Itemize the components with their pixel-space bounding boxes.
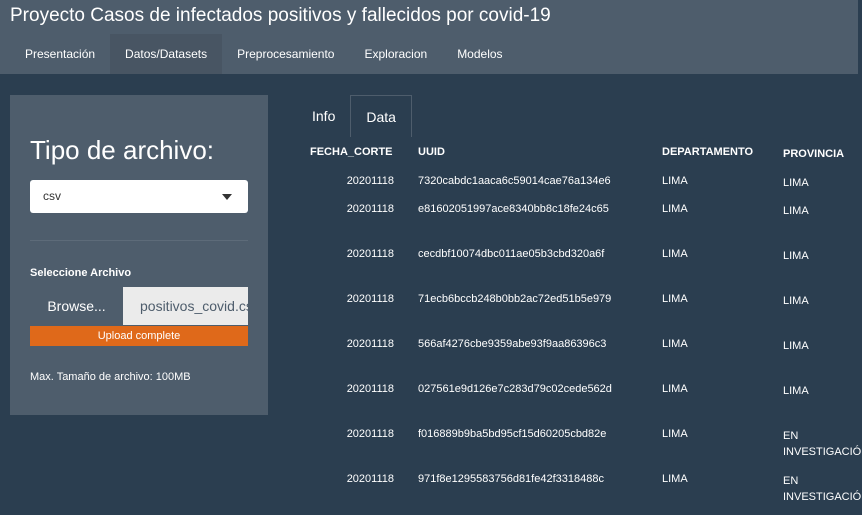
column-header-fecha-corte[interactable]: FECHA_CORTE	[310, 146, 393, 158]
column-header-uuid[interactable]: UUID	[418, 146, 445, 158]
tab-presentacion[interactable]: Presentación	[10, 34, 110, 74]
sidebar-panel: Tipo de archivo: csv Seleccione Archivo …	[10, 95, 268, 415]
file-input-label: Seleccione Archivo	[30, 267, 132, 279]
cell-departamento: LIMA	[662, 428, 688, 440]
navbar: Proyecto Casos de infectados positivos y…	[0, 0, 858, 74]
cell-uuid: e81602051997ace8340bb8c18fe24c65	[418, 203, 609, 215]
cell-uuid: 971f8e1295583756d81fe42f3318488c	[418, 473, 604, 485]
cell-provincia: LIMA	[783, 205, 809, 217]
file-type-select[interactable]: csv	[30, 180, 248, 213]
cell-uuid: f016889b9ba5bd95cf15d60205cbd82e	[418, 428, 607, 440]
cell-uuid: 566af4276cbe9359abe93f9aa86396c3	[418, 338, 607, 350]
caret-down-icon	[222, 194, 232, 200]
cell-uuid: 027561e9d126e7c283d79c02cede562d	[418, 383, 612, 395]
cell-departamento: LIMA	[662, 473, 688, 485]
sidebar-divider	[30, 240, 248, 241]
upload-progress-fill: Upload complete	[30, 326, 248, 346]
cell-uuid: 7320cabdc1aaca6c59014cae76a134e6	[418, 175, 611, 187]
tab-info[interactable]: Info	[297, 95, 350, 137]
upload-progress-bar: Upload complete	[30, 326, 248, 346]
file-type-select-value: csv	[43, 189, 61, 203]
max-file-size-note: Max. Tamaño de archivo: 100MB	[30, 371, 191, 383]
browse-button[interactable]: Browse...	[30, 287, 123, 325]
cell-departamento: LIMA	[662, 203, 688, 215]
tab-datos-datasets[interactable]: Datos/Datasets	[110, 34, 223, 74]
file-type-heading: Tipo de archivo:	[30, 135, 215, 165]
nav-tabs: Presentación Datos/Datasets Preprocesami…	[10, 34, 518, 74]
cell-departamento: LIMA	[662, 248, 688, 260]
cell-departamento: LIMA	[662, 338, 688, 350]
cell-provincia: LIMA	[783, 250, 809, 262]
cell-uuid: 71ecb6bccb248b0bb2ac72ed51b5e979	[418, 293, 612, 305]
cell-provincia: LIMA	[783, 340, 809, 352]
tab-exploracion[interactable]: Exploracion	[349, 34, 442, 74]
column-header-provincia[interactable]: PROVINCIA	[783, 146, 862, 162]
cell-uuid: cecdbf10074dbc011ae05b3cbd320a6f	[418, 248, 605, 260]
cell-fecha-corte: 20201118	[346, 248, 394, 260]
cell-fecha-corte: 20201118	[346, 338, 394, 350]
tab-modelos[interactable]: Modelos	[442, 34, 517, 74]
file-name-field[interactable]: positivos_covid.csv	[123, 287, 248, 325]
cell-provincia: LIMA	[783, 295, 809, 307]
cell-fecha-corte: 20201118	[346, 293, 394, 305]
tab-preprocesamiento[interactable]: Preprocesamiento	[222, 34, 349, 74]
cell-provincia: LIMA	[783, 177, 809, 189]
cell-departamento: LIMA	[662, 175, 688, 187]
cell-fecha-corte: 20201118	[346, 428, 394, 440]
cell-fecha-corte: 20201118	[346, 383, 394, 395]
app-title: Proyecto Casos de infectados positivos y…	[10, 5, 551, 26]
cell-departamento: LIMA	[662, 293, 688, 305]
cell-departamento: LIMA	[662, 383, 688, 395]
cell-provincia: EN INVESTIGACIÓN	[783, 430, 862, 458]
cell-fecha-corte: 20201118	[346, 203, 394, 215]
cell-provincia: LIMA	[783, 385, 809, 397]
cell-provincia: EN INVESTIGACIÓN	[783, 475, 862, 503]
column-header-departamento[interactable]: DEPARTAMENTO	[662, 146, 753, 158]
cell-fecha-corte: 20201118	[346, 473, 394, 485]
content-tabs: Info Data	[297, 95, 412, 137]
tab-data[interactable]: Data	[350, 95, 412, 137]
cell-fecha-corte: 20201118	[346, 175, 394, 187]
